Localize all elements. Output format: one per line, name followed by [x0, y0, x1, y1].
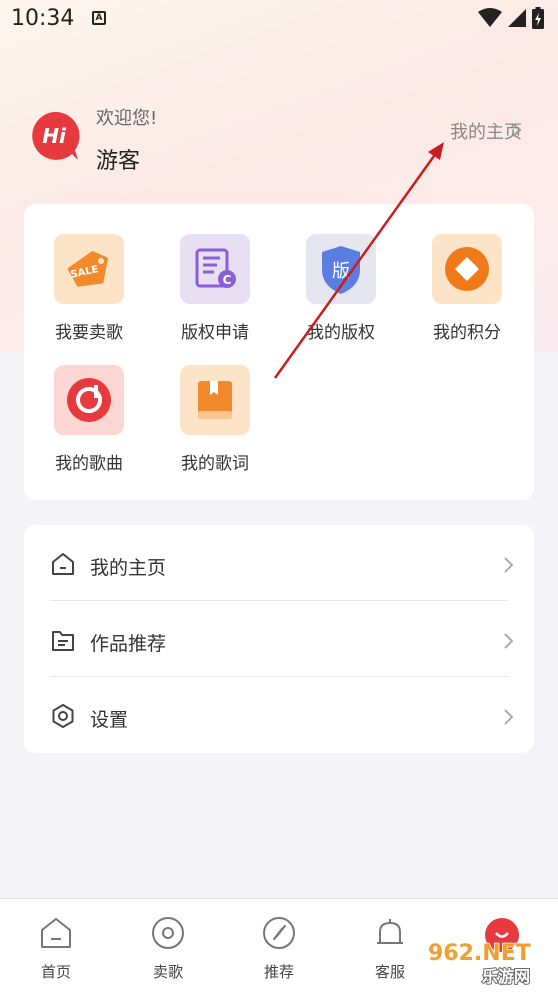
music-disc-icon	[54, 365, 124, 435]
tab-label: 客服	[374, 963, 405, 981]
home-tab-icon	[41, 918, 71, 948]
tab-sell[interactable]: 卖歌	[128, 915, 208, 982]
lyrics-book-icon	[180, 365, 250, 435]
copyright-shield-icon: 版	[306, 234, 376, 304]
menu-label: 作品推荐	[90, 633, 167, 655]
grid-item-sell-song[interactable]: SALE 我要卖歌	[39, 234, 139, 343]
disc-tab-icon	[152, 917, 184, 949]
username: 游客	[96, 149, 141, 174]
welcome-text: 欢迎您!	[96, 108, 158, 129]
bell-tab-icon	[377, 919, 403, 944]
watermark-top-text: 962.NET	[428, 941, 531, 966]
grid-item-my-lyrics[interactable]: 我的歌词	[165, 365, 265, 474]
watermark-bottom-text: 乐游网	[482, 967, 530, 986]
menu-label: 设置	[90, 709, 129, 731]
grid-label: 我要卖歌	[55, 323, 123, 343]
status-bar: 10:34 A	[0, 0, 558, 40]
grid-label: 我的歌词	[181, 454, 249, 474]
copyright-apply-icon: C	[180, 234, 250, 304]
chevron-right-icon	[504, 633, 514, 649]
menu-label: 我的主页	[90, 557, 167, 579]
grid-item-my-copyright[interactable]: 版 我的版权	[291, 234, 391, 343]
sale-tag-icon: SALE	[54, 234, 124, 304]
tab-home[interactable]: 首页	[16, 915, 96, 982]
avatar-text: Hi	[42, 124, 67, 148]
status-time: 10:34	[11, 6, 75, 31]
copyright-badge-text: C	[223, 273, 232, 287]
grid-label: 我的歌曲	[55, 454, 123, 474]
tab-label: 首页	[40, 963, 71, 981]
menu-list-card: 我的主页 作品推荐 设置	[24, 525, 534, 753]
grid-item-my-points[interactable]: 我的积分	[417, 234, 517, 343]
avatar[interactable]: Hi	[28, 110, 80, 162]
menu-row-settings[interactable]: 设置	[50, 677, 514, 752]
menu-row-works[interactable]: 作品推荐	[50, 601, 514, 677]
system-icons	[478, 7, 544, 29]
menu-row-my-homepage[interactable]: 我的主页	[50, 525, 514, 601]
grid-label: 我的版权	[307, 323, 375, 343]
tab-service[interactable]: 客服	[350, 915, 430, 982]
works-icon	[52, 631, 74, 651]
watermark-logo: 962.NET 乐游网	[427, 940, 531, 987]
wifi-icon	[478, 8, 502, 27]
grid-item-copyright-apply[interactable]: C 版权申请	[165, 234, 265, 343]
battery-icon	[532, 7, 544, 29]
grid-label: 我的积分	[433, 323, 501, 343]
chevron-right-icon	[504, 709, 514, 725]
tab-recommend[interactable]: 推荐	[239, 915, 319, 982]
tab-label: 卖歌	[152, 963, 183, 981]
points-coin-icon	[432, 234, 502, 304]
home-icon	[52, 553, 74, 575]
grid-item-my-songs[interactable]: 我的歌曲	[39, 365, 139, 474]
grid-label: 版权申请	[181, 323, 249, 343]
notification-icon: A	[92, 11, 106, 25]
chevron-right-icon	[504, 557, 514, 573]
tab-label: 推荐	[263, 963, 294, 981]
settings-gear-icon	[52, 704, 74, 728]
feature-grid-card: SALE 我要卖歌 C 版权申请 版 我的版权 我的积分 我的歌曲 我的歌词	[24, 204, 534, 500]
signal-icon	[508, 9, 526, 27]
chevron-right-icon[interactable]	[508, 120, 526, 140]
shield-badge-text: 版	[332, 261, 350, 282]
compass-tab-icon	[263, 917, 295, 949]
